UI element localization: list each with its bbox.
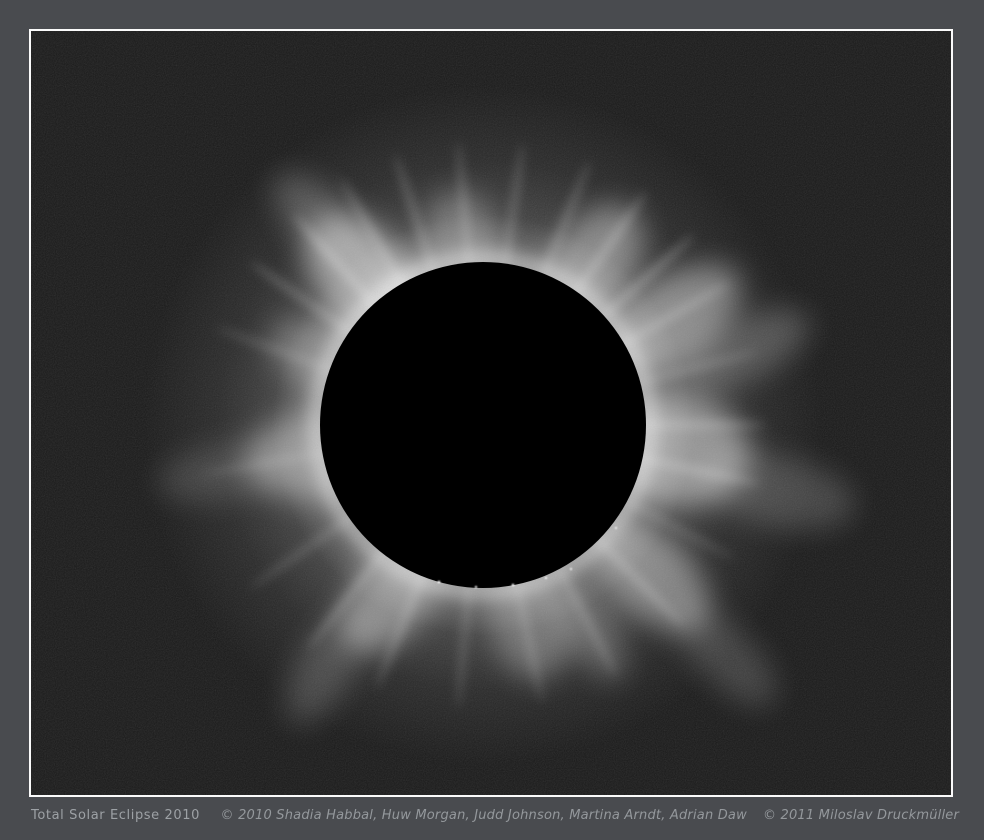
moon-disk [320,262,646,588]
photo-credit-2010: © 2010 Shadia Habbal, Huw Morgan, Judd J… [221,808,747,823]
eclipse-photo [29,29,953,797]
photo-credit-2011: © 2011 Miloslav Druckmüller [763,808,959,823]
photo-title: Total Solar Eclipse 2010 [31,808,200,823]
caption-bar: Total Solar Eclipse 2010 © 2010 Shadia H… [31,808,959,830]
photo-credits: © 2010 Shadia Habbal, Huw Morgan, Judd J… [221,808,959,823]
eclipse-photo-canvas [31,31,951,795]
